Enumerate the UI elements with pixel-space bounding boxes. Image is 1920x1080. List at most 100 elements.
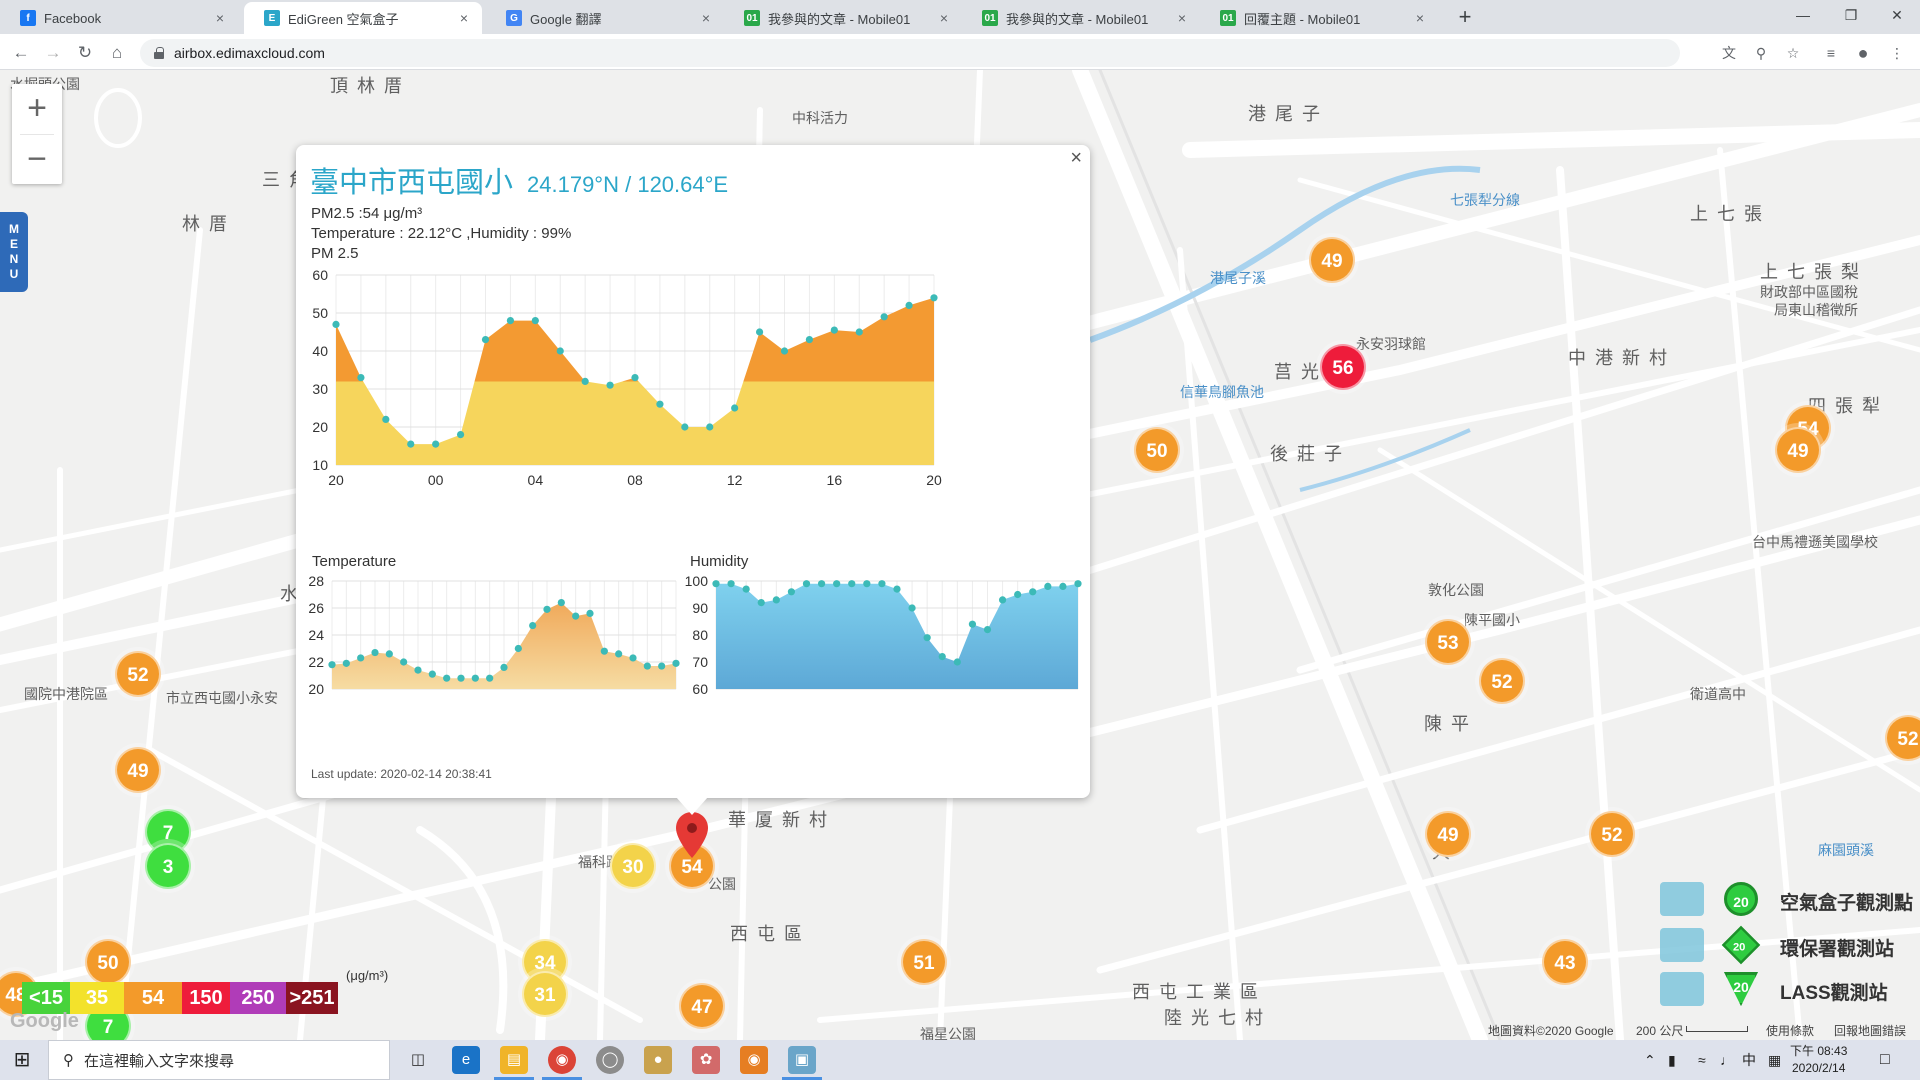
- back-icon[interactable]: ←: [8, 40, 34, 66]
- map-place-label: 敦化公園: [1428, 582, 1484, 598]
- zoom-out-button[interactable]: −: [12, 135, 62, 185]
- app-icon-2[interactable]: ●: [644, 1046, 672, 1074]
- menu-tab[interactable]: MENU: [0, 212, 28, 292]
- tab-close-icon[interactable]: ×: [212, 10, 228, 26]
- sensor-marker[interactable]: 49: [115, 747, 161, 793]
- map-place-label: 中 港 新 村: [1568, 348, 1670, 368]
- report-error-link[interactable]: 回報地圖錯誤: [1834, 1022, 1906, 1039]
- translate-icon[interactable]: 文: [1718, 42, 1740, 64]
- data-point: [629, 654, 637, 662]
- more-menu-icon[interactable]: ⋮: [1886, 42, 1908, 64]
- tray-chevron-icon[interactable]: ⌃: [1644, 1040, 1656, 1080]
- map-data-attribution[interactable]: 地圖資料©2020 Google: [1488, 1022, 1614, 1039]
- map-place-label: 頂 林 厝: [330, 76, 405, 96]
- tab-close-icon[interactable]: ×: [1174, 10, 1190, 26]
- data-point: [581, 377, 589, 385]
- profile-icon[interactable]: ●: [1852, 42, 1874, 64]
- sensor-marker[interactable]: 52: [1589, 811, 1635, 857]
- pm25-chart-title: PM 2.5: [311, 245, 359, 262]
- zoom-icon[interactable]: ⚲: [1750, 42, 1772, 64]
- location-pin-icon[interactable]: [676, 812, 708, 858]
- tab-close-icon[interactable]: ×: [936, 10, 952, 26]
- forward-icon[interactable]: →: [40, 40, 66, 66]
- legend-row: 20 環保署觀測站: [1660, 925, 1920, 966]
- tab-close-icon[interactable]: ×: [1412, 10, 1428, 26]
- data-point: [848, 580, 856, 588]
- legend-badge-value: 20: [1733, 894, 1749, 910]
- app-icon-3[interactable]: ✿: [692, 1046, 720, 1074]
- data-point: [514, 644, 522, 653]
- sensor-marker[interactable]: 47: [679, 983, 725, 1029]
- sensor-marker[interactable]: 43: [1542, 939, 1588, 985]
- chrome-icon[interactable]: ◉: [548, 1046, 576, 1074]
- new-tab-button[interactable]: +: [1452, 5, 1478, 31]
- bookmark-star-icon[interactable]: ☆: [1782, 42, 1804, 64]
- tab-close-icon[interactable]: ×: [456, 10, 472, 26]
- browser-tab[interactable]: f Facebook ×: [0, 2, 238, 34]
- file-explorer-icon[interactable]: ▤: [500, 1046, 528, 1074]
- app-icon-5[interactable]: ▣: [788, 1046, 816, 1074]
- ime-indicator[interactable]: 中: [1742, 1040, 1756, 1080]
- sensor-marker[interactable]: 50: [85, 939, 131, 985]
- data-point: [863, 580, 871, 588]
- data-point: [755, 328, 764, 336]
- search-icon: ⚲: [63, 1052, 74, 1069]
- minimize-button[interactable]: —: [1780, 0, 1826, 30]
- browser-tab[interactable]: 01 我參與的文章 - Mobile01 ×: [962, 2, 1200, 34]
- notification-icon[interactable]: □: [1880, 1040, 1890, 1080]
- edge-icon[interactable]: e: [452, 1046, 480, 1074]
- maximize-button[interactable]: ❐: [1828, 0, 1874, 30]
- legend-badge: 20: [1724, 882, 1758, 916]
- map-place-label: 七張犁分線: [1450, 192, 1520, 208]
- sensor-marker[interactable]: 30: [610, 843, 656, 889]
- tab-label: Google 翻譯: [530, 11, 602, 27]
- legend-badge-value: 20: [1733, 979, 1749, 995]
- toolbar: ← → ↻ ⌂ airbox.edimaxcloud.com 文 ⚲ ☆ ≡ ●…: [0, 34, 1920, 70]
- app-icon-1[interactable]: ◯: [596, 1046, 624, 1074]
- data-point: [615, 650, 623, 658]
- zoom-in-button[interactable]: +: [12, 84, 62, 134]
- browser-tab[interactable]: E EdiGreen 空氣盒子 ×: [244, 2, 482, 34]
- y-tick-label: 100: [685, 573, 709, 589]
- sensor-marker[interactable]: 49: [1775, 427, 1821, 473]
- clock[interactable]: 下午 08:43 2020/2/14: [1790, 1043, 1847, 1077]
- wifi-icon[interactable]: ≈: [1698, 1040, 1706, 1080]
- mobile01-icon: 01: [744, 10, 760, 26]
- reading-list-icon[interactable]: ≡: [1820, 42, 1842, 64]
- app-icon-4[interactable]: ◉: [740, 1046, 768, 1074]
- terms-link[interactable]: 使用條款: [1766, 1022, 1814, 1039]
- data-point: [643, 662, 651, 670]
- sensor-marker[interactable]: 53: [1425, 619, 1471, 665]
- browser-tab[interactable]: G Google 翻譯 ×: [486, 2, 724, 34]
- browser-tab[interactable]: 01 回覆主題 - Mobile01 ×: [1200, 2, 1438, 34]
- tab-close-icon[interactable]: ×: [698, 10, 714, 26]
- sensor-marker[interactable]: 56: [1320, 344, 1366, 390]
- keyboard-icon[interactable]: ▦: [1768, 1040, 1781, 1080]
- data-point: [830, 326, 838, 334]
- reload-icon[interactable]: ↻: [72, 40, 98, 66]
- sensor-marker[interactable]: 52: [115, 651, 161, 697]
- sensor-marker[interactable]: 49: [1425, 811, 1471, 857]
- legend-row: 20 LASS觀測站: [1660, 970, 1920, 1010]
- battery-icon[interactable]: ▮: [1668, 1040, 1676, 1080]
- taskbar-search[interactable]: ⚲ 在這裡輸入文字來搜尋: [48, 1040, 390, 1080]
- map-place-label: 市立西屯國小永安: [166, 690, 278, 706]
- sensor-marker[interactable]: 51: [901, 939, 947, 985]
- y-tick-label: 60: [312, 267, 328, 283]
- volume-icon[interactable]: ♩: [1720, 1040, 1734, 1080]
- close-window-button[interactable]: ✕: [1874, 0, 1920, 30]
- sensor-marker[interactable]: 49: [1309, 237, 1355, 283]
- sensor-marker[interactable]: 50: [1134, 427, 1180, 473]
- sensor-marker[interactable]: 3: [145, 843, 191, 889]
- data-point: [481, 336, 490, 344]
- map-scale-text[interactable]: 200 公尺: [1636, 1022, 1683, 1039]
- windows-start-icon[interactable]: ⊞: [8, 1046, 36, 1074]
- sensor-marker[interactable]: 52: [1479, 658, 1525, 704]
- task-view-icon[interactable]: ◫: [404, 1046, 432, 1074]
- humidity-chart-title: Humidity: [690, 553, 749, 570]
- home-icon[interactable]: ⌂: [104, 40, 130, 66]
- popup-close-button[interactable]: ×: [1070, 147, 1082, 170]
- browser-tab[interactable]: 01 我參與的文章 - Mobile01 ×: [724, 2, 962, 34]
- address-bar[interactable]: airbox.edimaxcloud.com: [140, 39, 1680, 67]
- sensor-marker[interactable]: 31: [522, 971, 568, 1017]
